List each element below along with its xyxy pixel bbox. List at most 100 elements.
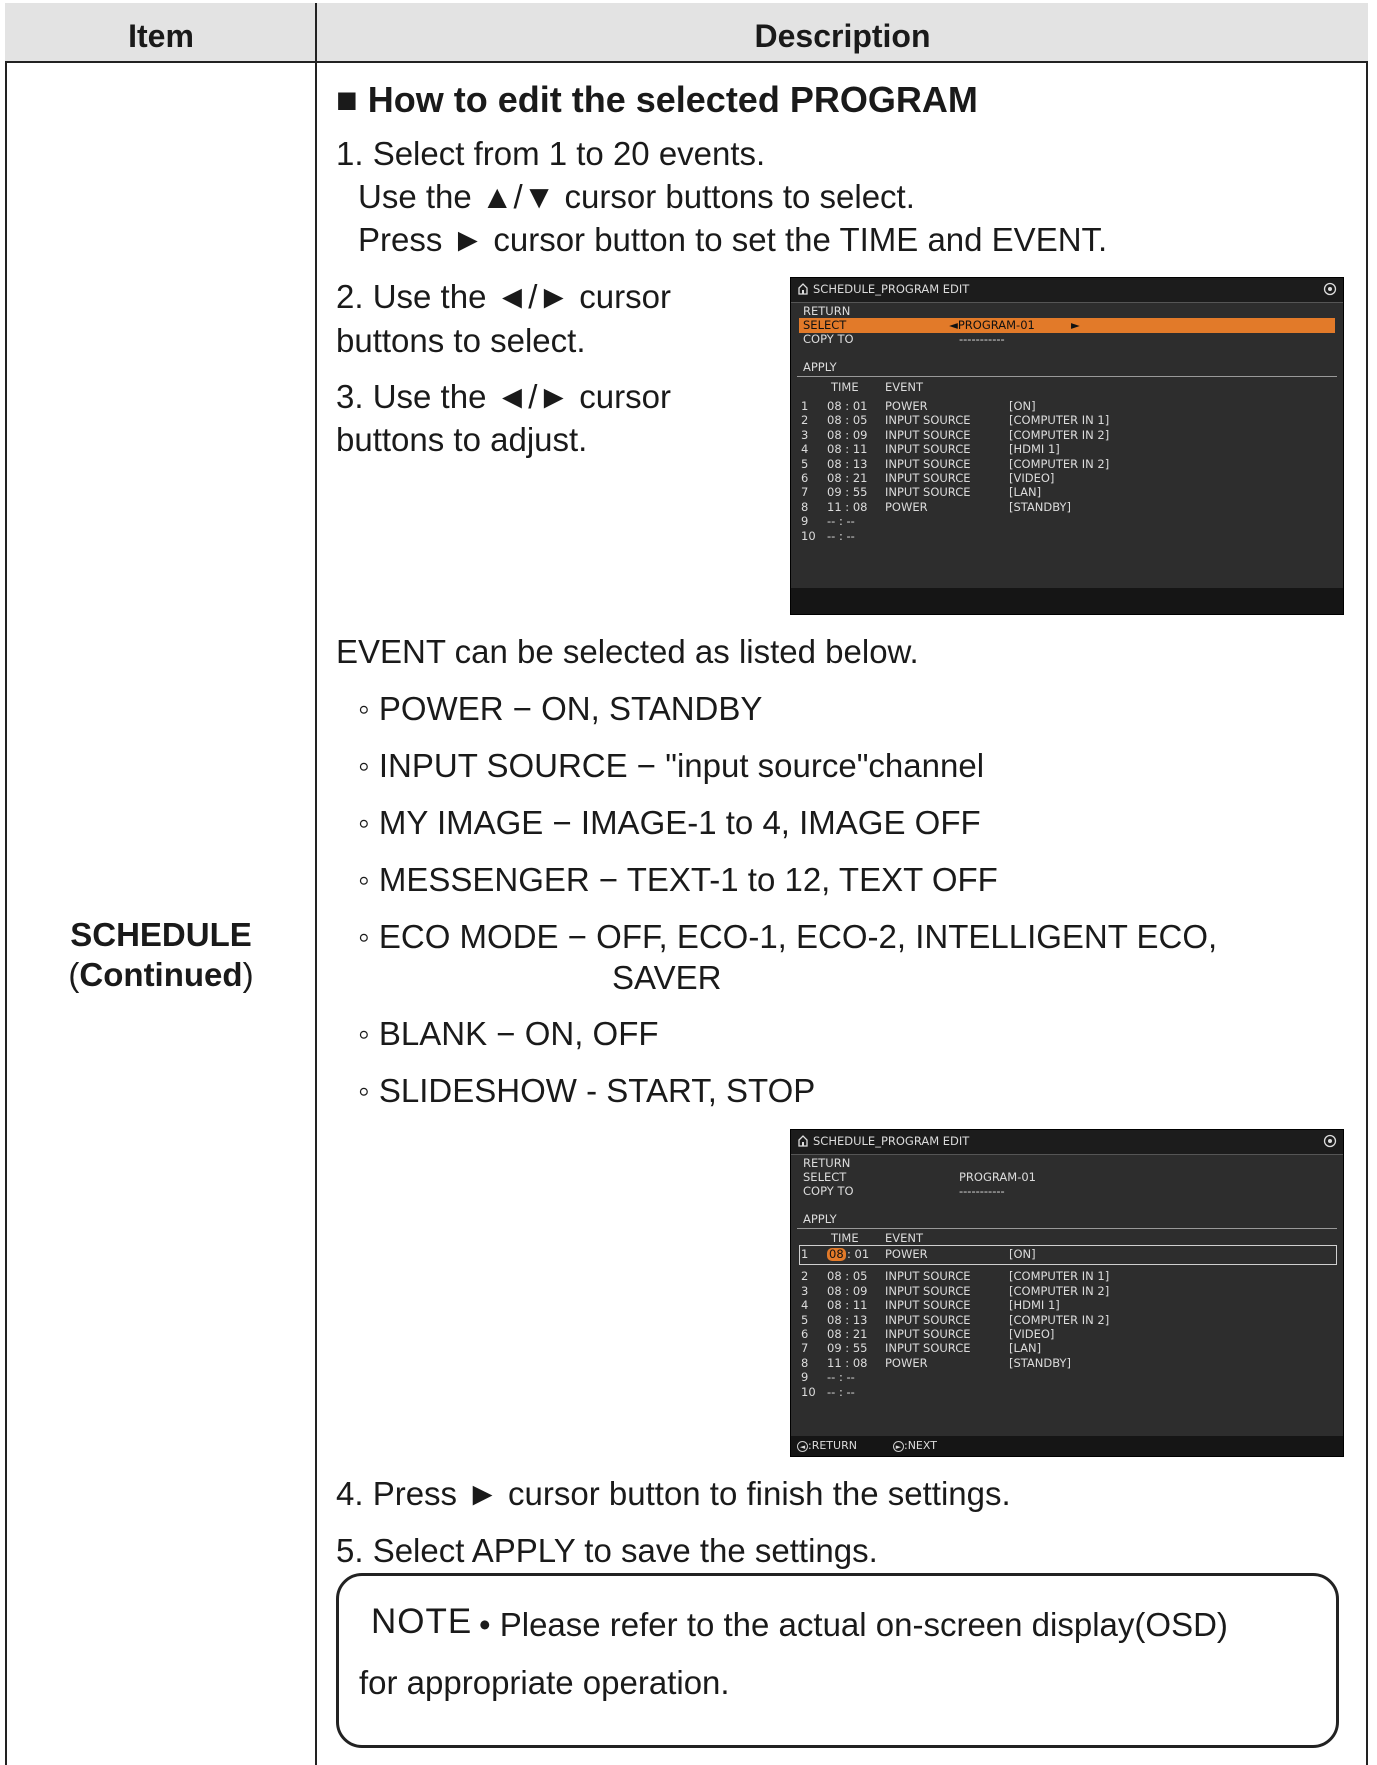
osd-row-value: [HDMI 1] — [1009, 442, 1060, 457]
osd-row-number: 6 — [801, 1327, 809, 1341]
osd-row-time: 08 : 13 — [827, 456, 868, 471]
osd-footer: ◄:RETURN ►:NEXT — [791, 1436, 1343, 1456]
osd-row-number: 6 — [801, 471, 809, 485]
osd-row-event: POWER — [885, 399, 928, 413]
item-name-cell: SCHEDULE (Continued) — [7, 915, 315, 995]
osd-row-time: 08 : 05 — [827, 1269, 868, 1284]
osd-row-number: 10 — [801, 1384, 816, 1399]
osd-row-time: 08 : 11 — [827, 442, 868, 457]
osd-row-value: [COMPUTER IN 2] — [1009, 427, 1110, 442]
osd-select-right-arrow: ► — [1071, 318, 1080, 332]
osd-row-number: 10 — [801, 528, 816, 543]
osd-row-time: 08 : 11 — [827, 1298, 868, 1313]
osd-titlebar: SCHEDULE_PROGRAM EDIT — [791, 278, 1343, 303]
osd-row-value: [ON] — [1009, 399, 1036, 413]
osd-row-time: 11 : 08 — [827, 499, 868, 514]
osd-title: SCHEDULE_PROGRAM EDIT — [813, 282, 970, 296]
osd-row-time: -- : -- — [827, 1384, 855, 1399]
osd-row-number: 4 — [801, 442, 809, 457]
item-name: SCHEDULE — [70, 916, 252, 953]
osd-row-event: INPUT SOURCE — [885, 427, 971, 442]
osd-hour-highlight[interactable]: 08 — [827, 1248, 846, 1261]
item-sub-word: Continued — [79, 956, 243, 993]
osd-row-value: [STANDBY] — [1009, 1355, 1072, 1370]
osd-row-time: 09 : 55 — [827, 1341, 868, 1356]
osd-row-value: [COMPUTER IN 1] — [1009, 413, 1110, 428]
osd-row-time: 08 : 09 — [827, 427, 868, 442]
note-line2: for appropriate operation. — [359, 1664, 730, 1701]
osd-menu-copy-to[interactable]: COPY TO — [803, 333, 854, 346]
step4: 4. Press ► cursor button to finish the s… — [336, 1475, 1011, 1512]
header-description: Description — [754, 18, 931, 54]
column-divider — [315, 3, 317, 1765]
step2-line2: buttons to select. — [336, 322, 586, 359]
osd-row-event: INPUT SOURCE — [885, 442, 971, 457]
osd-row-value: [LAN] — [1009, 1341, 1042, 1356]
osd-menu-copy-to[interactable]: COPY TO — [803, 1185, 854, 1198]
osd-row-value: [VIDEO] — [1009, 471, 1055, 485]
settings-icon — [1323, 282, 1337, 296]
osd-footer — [791, 588, 1343, 614]
event-my-image: ◦ MY IMAGE − IMAGE-1 to 4, IMAGE OFF — [358, 804, 981, 841]
osd-row-time: 08 : 05 — [827, 413, 868, 428]
osd-row-number: 8 — [801, 1355, 809, 1370]
right-key-icon: ► — [893, 1440, 904, 1452]
osd-menu-select[interactable]: SELECT ◄PROGRAM-01 ► — [799, 318, 1335, 333]
note-box: NOTE • Please refer to the actual on-scr… — [336, 1573, 1339, 1748]
step2-line1: 2. Use the ◄/► cursor — [336, 278, 671, 315]
osd-row-event: INPUT SOURCE — [885, 1269, 971, 1284]
osd-row-value: [COMPUTER IN 1] — [1009, 1269, 1110, 1284]
event-eco-mode-cont: SAVER — [612, 959, 722, 996]
step1-line3: Press ► cursor button to set the TIME an… — [358, 221, 1108, 258]
osd-row-number: 1 — [801, 1247, 809, 1261]
step3-line2: buttons to adjust. — [336, 421, 588, 458]
event-slideshow: ◦ SLIDESHOW - START, STOP — [358, 1072, 816, 1109]
events-intro: EVENT can be selected as listed below. — [336, 633, 919, 670]
home-icon — [798, 1135, 808, 1147]
osd-copy-value: ----------- — [959, 1184, 1005, 1198]
section-title: ■ How to edit the selected PROGRAM — [336, 79, 978, 120]
osd-row-event: INPUT SOURCE — [885, 1327, 971, 1341]
osd-row-value: [COMPUTER IN 2] — [1009, 1312, 1110, 1327]
step1-line1: 1. Select from 1 to 20 events. — [336, 135, 766, 172]
osd-row-number: 8 — [801, 499, 809, 514]
osd-row-value: [HDMI 1] — [1009, 1298, 1060, 1313]
osd-menu-return[interactable]: RETURN — [803, 1157, 850, 1170]
osd-select-value: PROGRAM-01 — [959, 1170, 1036, 1184]
osd-row-event: INPUT SOURCE — [885, 485, 971, 500]
osd-row-time: 09 : 55 — [827, 485, 868, 500]
osd-row-number: 9 — [801, 1370, 809, 1385]
osd-row-number: 3 — [801, 1283, 809, 1298]
osd-row-event: INPUT SOURCE — [885, 471, 971, 485]
osd-row-number: 4 — [801, 1298, 809, 1313]
osd-row-event: POWER — [885, 1355, 928, 1370]
osd-row-event: INPUT SOURCE — [885, 456, 971, 471]
osd-row-value: [ON] — [1009, 1247, 1036, 1261]
osd-menu-apply[interactable]: APPLY — [803, 1213, 837, 1226]
osd-row-number: 2 — [801, 413, 809, 428]
osd-menu-select[interactable]: SELECT — [803, 1171, 846, 1184]
osd-menu-return[interactable]: RETURN — [803, 305, 850, 318]
osd-row-value: [LAN] — [1009, 485, 1042, 500]
note-line1: • Please refer to the actual on-screen d… — [479, 1606, 1228, 1643]
osd-row-event: INPUT SOURCE — [885, 1341, 971, 1356]
settings-icon — [1323, 1134, 1337, 1148]
osd-menu-apply[interactable]: APPLY — [803, 361, 837, 374]
osd-row-value: [COMPUTER IN 2] — [1009, 456, 1110, 471]
osd-col-time: TIME — [831, 1231, 859, 1245]
osd-row-event: POWER — [885, 499, 928, 514]
osd-select-label: SELECT — [803, 318, 847, 332]
event-blank: ◦ BLANK − ON, OFF — [358, 1015, 659, 1052]
osd-row-number: 9 — [801, 514, 809, 529]
osd-row-number: 7 — [801, 1341, 809, 1356]
osd-row-number: 5 — [801, 456, 809, 471]
osd-row-value: [STANDBY] — [1009, 499, 1072, 514]
osd-titlebar: SCHEDULE_PROGRAM EDIT — [791, 1130, 1343, 1155]
osd-schedule-program-edit-2: SCHEDULE_PROGRAM EDIT RETURN SELECT PROG… — [790, 1129, 1344, 1457]
step3-line1: 3. Use the ◄/► cursor — [336, 378, 671, 415]
table-header: Item Description — [5, 3, 1368, 63]
osd-row-value: [VIDEO] — [1009, 1327, 1055, 1341]
osd-row-number: 7 — [801, 485, 809, 500]
osd-row-time: -- : -- — [827, 528, 855, 543]
osd-selected-row-outline[interactable] — [799, 1245, 1337, 1265]
